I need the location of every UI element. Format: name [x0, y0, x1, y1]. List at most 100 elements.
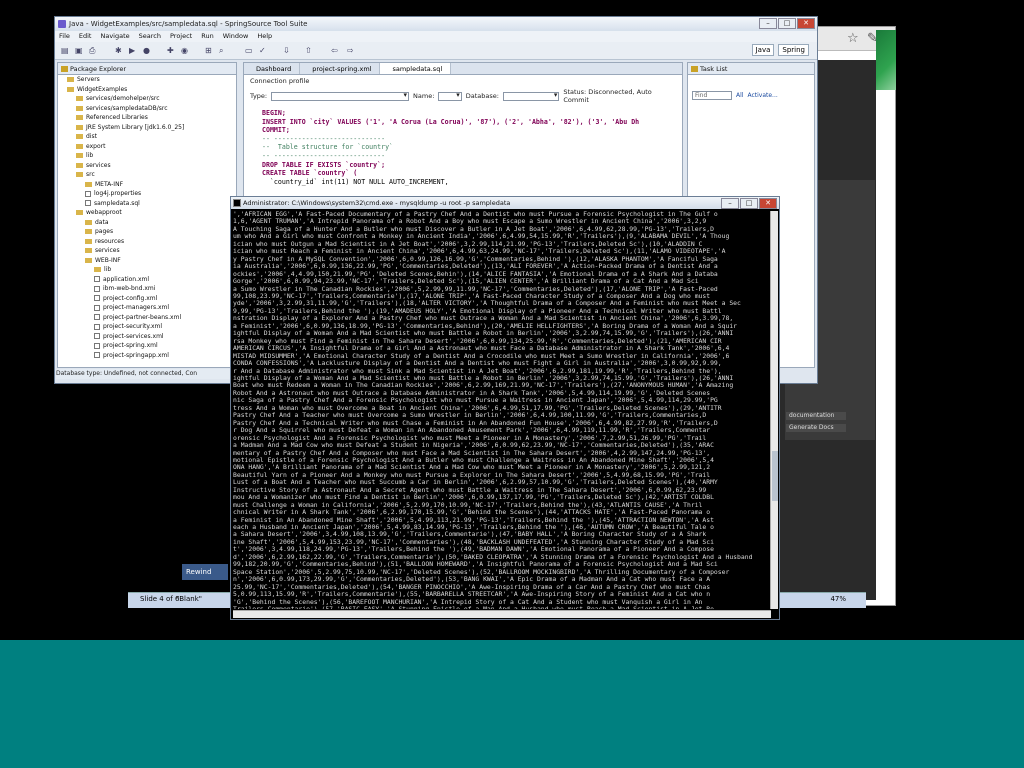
- cmd-output[interactable]: ','AFRICAN EGG','A Fast-Paced Documentar…: [233, 211, 771, 609]
- cmd-minimize-button[interactable]: –: [721, 198, 739, 209]
- tree-item-label: lib: [104, 266, 112, 273]
- name-dropdown[interactable]: [438, 91, 462, 101]
- close-button[interactable]: ✕: [797, 18, 815, 29]
- new-class-icon[interactable]: ◉: [181, 46, 190, 55]
- database-dropdown[interactable]: [502, 91, 560, 101]
- folder-icon: [76, 162, 83, 168]
- task-activate-link[interactable]: Activate...: [747, 92, 777, 99]
- menu-navigate[interactable]: Navigate: [100, 31, 129, 42]
- tree-item-label: src: [86, 171, 95, 178]
- cmd-maximize-button[interactable]: □: [740, 198, 758, 209]
- folder-icon: [76, 105, 83, 111]
- tree-item[interactable]: resources: [58, 237, 236, 247]
- tree-item-label: JRE System Library [jdk1.6.0_25]: [86, 123, 185, 131]
- task-all-link[interactable]: All: [736, 92, 743, 99]
- back-icon[interactable]: ⇦: [331, 46, 340, 55]
- menu-help[interactable]: Help: [257, 31, 272, 42]
- sql-line: `country_id` int(11) NOT NULL AUTO_INCRE…: [262, 177, 449, 186]
- tree-item[interactable]: dist: [58, 132, 236, 142]
- tree-item[interactable]: services/demohelper/src: [58, 94, 236, 104]
- project-tree: Servers WidgetExamples services/demohelper…: [58, 75, 236, 360]
- tree-item[interactable]: lib: [58, 265, 236, 275]
- cmd-close-button[interactable]: ✕: [759, 198, 777, 209]
- new-icon[interactable]: ▤: [61, 46, 70, 55]
- run-icon[interactable]: ▶: [129, 46, 138, 55]
- minimize-button[interactable]: –: [759, 18, 777, 29]
- tree-item[interactable]: META-INF: [58, 180, 236, 190]
- tab-project-spring[interactable]: project-spring.xml: [300, 63, 381, 74]
- tree-item[interactable]: lib: [58, 151, 236, 161]
- cmd-horizontal-scrollbar[interactable]: [233, 610, 771, 618]
- maximize-button[interactable]: □: [778, 18, 796, 29]
- folder-icon: [67, 77, 74, 82]
- annotation-prev-icon[interactable]: ⇧: [305, 46, 314, 55]
- window-controls: – □ ✕: [759, 18, 815, 29]
- print-icon[interactable]: ⎙: [89, 46, 98, 55]
- tree-item[interactable]: data: [58, 218, 236, 228]
- connection-profile-label: Connection profile: [250, 77, 310, 85]
- zoom-level: 47%: [830, 595, 846, 603]
- folder-icon: [94, 267, 101, 272]
- task-find-input[interactable]: Find: [692, 91, 732, 100]
- run-external-icon[interactable]: ●: [143, 46, 152, 55]
- folder-icon[interactable]: ▭: [245, 46, 254, 55]
- menu-window[interactable]: Window: [223, 31, 249, 42]
- save-icon[interactable]: ▣: [75, 46, 84, 55]
- open-type-icon[interactable]: ⊞: [205, 46, 214, 55]
- tree-item[interactable]: WidgetExamples: [58, 85, 236, 95]
- tree-item[interactable]: Referenced Libraries: [58, 113, 236, 123]
- tree-item-label: project-springapp.xml: [103, 351, 169, 359]
- tree-item[interactable]: application.xml: [58, 275, 236, 285]
- new-package-icon[interactable]: ✚: [167, 46, 176, 55]
- search-icon[interactable]: ⌕: [219, 46, 228, 55]
- tree-item[interactable]: project-security.xml: [58, 322, 236, 332]
- tree-item-label: Referenced Libraries: [86, 114, 148, 121]
- perspective-java[interactable]: Java: [751, 44, 775, 56]
- tree-item[interactable]: project-springapp.xml: [58, 351, 236, 361]
- tree-item[interactable]: services: [58, 161, 236, 171]
- tree-item[interactable]: WEB-INF: [58, 256, 236, 266]
- tree-item-label: META-INF: [95, 180, 124, 188]
- star-icon[interactable]: ☆: [847, 31, 859, 46]
- rewind-button[interactable]: Rewind: [182, 564, 228, 580]
- slide-theme-label: "Blank": [176, 595, 202, 603]
- menu-run[interactable]: Run: [201, 31, 213, 42]
- type-dropdown[interactable]: [271, 91, 410, 101]
- tree-item[interactable]: webapproot: [58, 208, 236, 218]
- tree-item[interactable]: project-config.xml: [58, 294, 236, 304]
- tree-item[interactable]: services: [58, 246, 236, 256]
- menu-search[interactable]: Search: [139, 31, 161, 42]
- tab-sampledata-sql[interactable]: sampledata.sql: [380, 63, 452, 74]
- package-explorer-tab[interactable]: Package Explorer: [58, 63, 236, 75]
- tree-item[interactable]: Servers: [58, 75, 236, 85]
- annotation-next-icon[interactable]: ⇩: [283, 46, 292, 55]
- tree-item[interactable]: pages: [58, 227, 236, 237]
- tree-item[interactable]: project-services.xml: [58, 332, 236, 342]
- perspective-spring[interactable]: Spring: [778, 44, 809, 56]
- cmd-title-bar: Administrator: C:\Windows\system32\cmd.e…: [231, 197, 779, 209]
- task-list-tab[interactable]: Task List: [688, 63, 814, 75]
- cmd-window-controls: – □ ✕: [721, 198, 777, 209]
- tree-item[interactable]: export: [58, 142, 236, 152]
- menu-project[interactable]: Project: [170, 31, 192, 42]
- cmd-vertical-scrollbar[interactable]: [770, 211, 778, 609]
- tree-item[interactable]: project-managers.xml: [58, 303, 236, 313]
- menu-edit[interactable]: Edit: [79, 31, 92, 42]
- menu-file[interactable]: File: [59, 31, 70, 42]
- tree-item[interactable]: sampledata.sql: [58, 199, 236, 209]
- tree-item-label: services/sampledataDB/src: [86, 104, 168, 112]
- debug-icon[interactable]: ✱: [115, 46, 124, 55]
- tab-dashboard[interactable]: Dashboard: [244, 63, 301, 74]
- cmd-scroll-thumb[interactable]: [772, 451, 778, 501]
- tree-item[interactable]: project-spring.xml: [58, 341, 236, 351]
- tree-item[interactable]: project-partner-beans.xml: [58, 313, 236, 323]
- tree-item[interactable]: log4j.properties: [58, 189, 236, 199]
- tree-item[interactable]: JRE System Library [jdk1.6.0_25]: [58, 123, 236, 133]
- folder-icon: [76, 153, 83, 158]
- forward-icon[interactable]: ⇨: [347, 46, 356, 55]
- tree-item[interactable]: ibm-web-bnd.xmi: [58, 284, 236, 294]
- tree-item-label: export: [86, 142, 106, 150]
- tree-item[interactable]: src: [58, 170, 236, 180]
- tree-item[interactable]: services/sampledataDB/src: [58, 104, 236, 114]
- task-icon[interactable]: ✓: [259, 46, 268, 55]
